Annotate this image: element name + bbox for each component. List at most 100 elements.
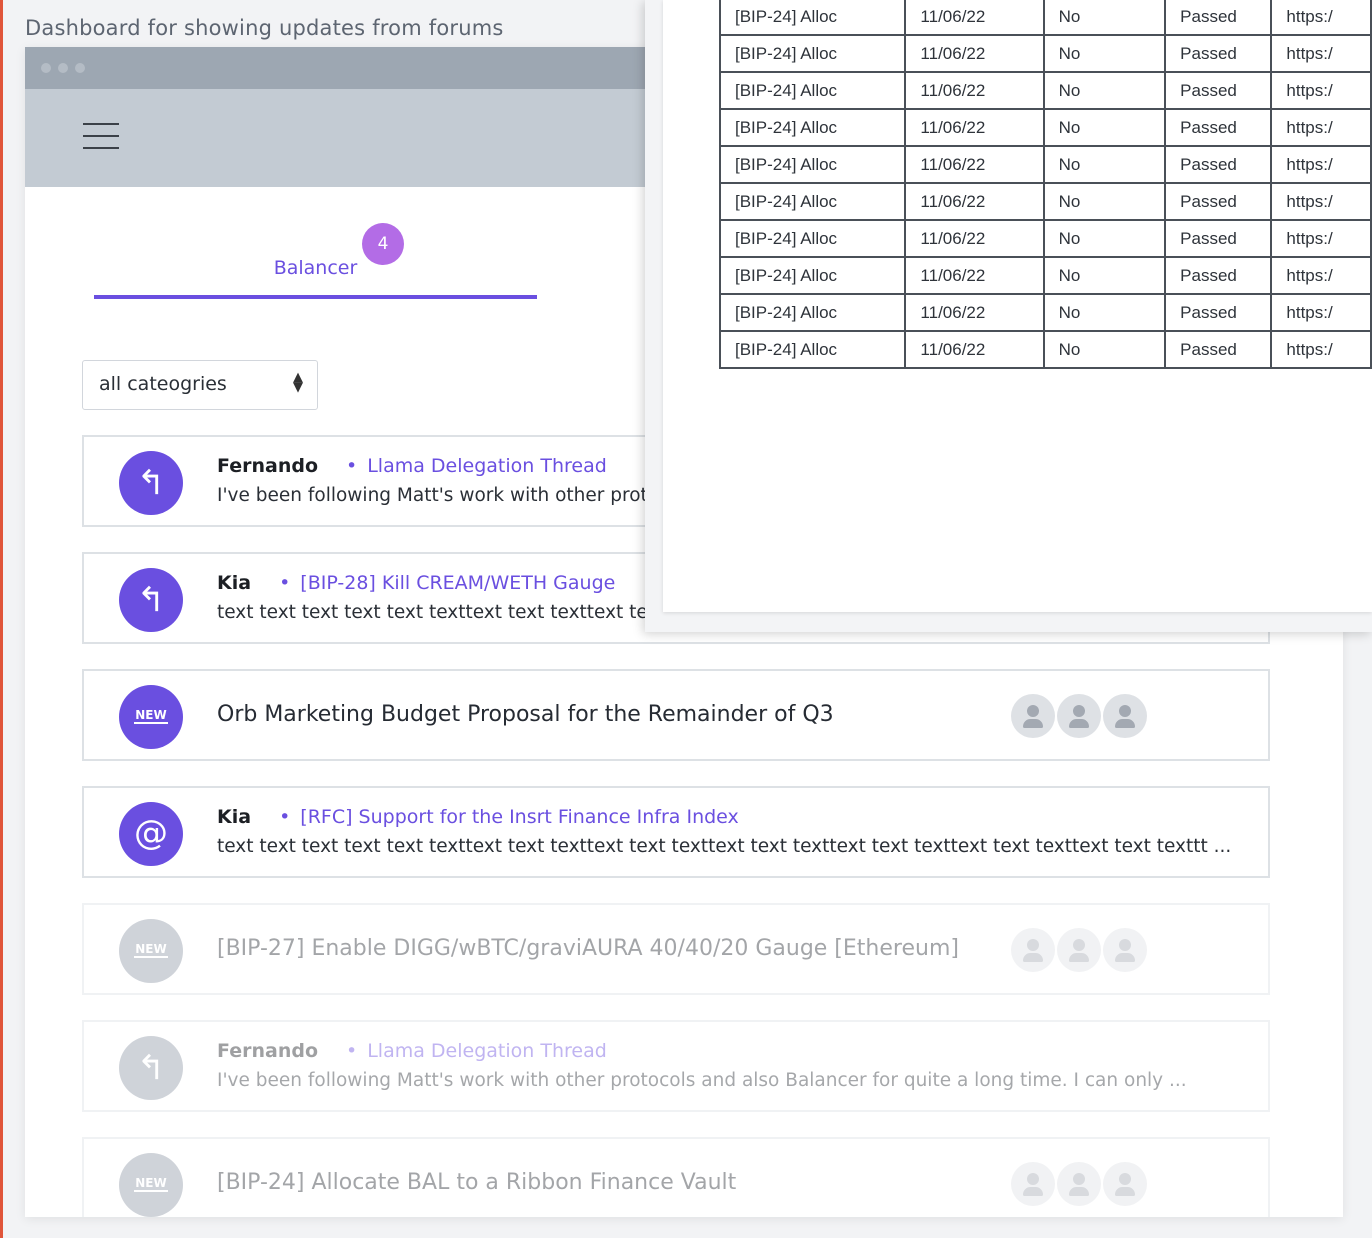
cell-date: 11/06/22 — [904, 34, 1045, 73]
table-row[interactable]: [BIP-24] Alloc 11/06/22 No Passed https:/ — [718, 108, 1372, 147]
cell-date: 11/06/22 — [904, 330, 1045, 369]
table-row[interactable]: [BIP-24] Alloc 11/06/22 No Passed https:/ — [718, 71, 1372, 110]
feed-item[interactable]: NEW [BIP-27] Enable DIGG/wBTC/graviAURA … — [82, 903, 1270, 995]
cell-date: 11/06/22 — [904, 293, 1045, 332]
cell-proposal: [BIP-24] Alloc — [718, 256, 907, 295]
cell-proposal: [BIP-24] Alloc — [718, 34, 907, 73]
cell-flag: No — [1042, 293, 1167, 332]
cell-status: Passed — [1164, 182, 1273, 221]
cell-flag: No — [1042, 182, 1167, 221]
table-panel: [BIP-24] Alloc 11/06/22 No Passed https:/[BI… — [663, 0, 1372, 612]
hamburger-menu-icon[interactable] — [83, 123, 119, 151]
cell-flag: No — [1042, 145, 1167, 184]
separator-dot: • — [346, 455, 358, 477]
cell-date: 11/06/22 — [904, 219, 1045, 258]
cell-link[interactable]: https:/ — [1270, 256, 1372, 295]
cell-link[interactable]: https:/ — [1270, 71, 1372, 110]
cell-link[interactable]: https:/ — [1270, 0, 1372, 36]
cell-proposal: [BIP-24] Alloc — [718, 293, 907, 332]
cell-flag: No — [1042, 34, 1167, 73]
window-edge-accent — [0, 0, 3, 1238]
post-excerpt: I've been following Matt's work with oth… — [217, 1070, 1187, 1091]
avatar[interactable] — [1103, 928, 1147, 972]
feed-item[interactable]: ↰ Fernando • Llama Delegation Thread I've … — [82, 1020, 1270, 1112]
thread-link[interactable]: Llama Delegation Thread — [367, 1040, 607, 1062]
cell-status: Passed — [1164, 219, 1273, 258]
table-row[interactable]: [BIP-24] Alloc 11/06/22 No Passed https:/ — [718, 293, 1372, 332]
cell-link[interactable]: https:/ — [1270, 34, 1372, 73]
table-row[interactable]: [BIP-24] Alloc 11/06/22 No Passed https:/ — [718, 0, 1372, 36]
window-close-dot[interactable] — [41, 63, 51, 73]
reply-icon: ↰ — [119, 568, 183, 632]
cell-date: 11/06/22 — [904, 256, 1045, 295]
separator-dot: • — [279, 572, 291, 594]
proposals-table: [BIP-24] Alloc 11/06/22 No Passed https:/[BI… — [718, 0, 1372, 369]
thread-link[interactable]: [BIP-28] Kill CREAM/WETH Gauge — [300, 572, 615, 594]
new-label: NEW — [134, 708, 168, 724]
avatar[interactable] — [1011, 1162, 1055, 1206]
active-tab-indicator — [94, 295, 537, 299]
cell-status: Passed — [1164, 145, 1273, 184]
avatar[interactable] — [1057, 928, 1101, 972]
avatar[interactable] — [1103, 694, 1147, 738]
avatar[interactable] — [1057, 694, 1101, 738]
window-minimize-dot[interactable] — [58, 63, 68, 73]
cell-link[interactable]: https:/ — [1270, 182, 1372, 221]
feed-item[interactable]: NEW Orb Marketing Budget Proposal for th… — [82, 669, 1270, 761]
topic-title: [BIP-27] Enable DIGG/wBTC/graviAURA 40/4… — [217, 936, 959, 961]
cell-flag: No — [1042, 256, 1167, 295]
cell-proposal: [BIP-24] Alloc — [718, 330, 907, 369]
cell-link[interactable]: https:/ — [1270, 145, 1372, 184]
feed-item[interactable]: NEW [BIP-24] Allocate BAL to a Ribbon Fi… — [82, 1137, 1270, 1217]
cell-flag: No — [1042, 108, 1167, 147]
table-row[interactable]: [BIP-24] Alloc 11/06/22 No Passed https:/ — [718, 34, 1372, 73]
reply-icon: ↰ — [119, 451, 183, 515]
avatar[interactable] — [1057, 1162, 1101, 1206]
post-excerpt: text text text text text texttext text t… — [217, 836, 1232, 857]
cell-status: Passed — [1164, 108, 1273, 147]
window-maximize-dot[interactable] — [75, 63, 85, 73]
table-row[interactable]: [BIP-24] Alloc 11/06/22 No Passed https:/ — [718, 256, 1372, 295]
topic-title: Orb Marketing Budget Proposal for the Re… — [217, 702, 834, 727]
author-name: Fernando — [217, 455, 318, 477]
cell-date: 11/06/22 — [904, 182, 1045, 221]
avatar[interactable] — [1011, 928, 1055, 972]
cell-proposal: [BIP-24] Alloc — [718, 182, 907, 221]
thread-link[interactable]: Llama Delegation Thread — [367, 455, 607, 477]
table-row[interactable]: [BIP-24] Alloc 11/06/22 No Passed https:/ — [718, 145, 1372, 184]
separator-dot: • — [346, 1040, 358, 1062]
cell-proposal: [BIP-24] Alloc — [718, 108, 907, 147]
cell-status: Passed — [1164, 330, 1273, 369]
cell-link[interactable]: https:/ — [1270, 219, 1372, 258]
cell-status: Passed — [1164, 256, 1273, 295]
author-name: Fernando — [217, 1040, 318, 1062]
cell-link[interactable]: https:/ — [1270, 330, 1372, 369]
tab-balancer[interactable]: Balancer 4 — [94, 223, 537, 299]
cell-proposal: [BIP-24] Alloc — [718, 219, 907, 258]
participant-avatars — [1011, 928, 1149, 976]
new-topic-icon: NEW — [119, 919, 183, 983]
table-row[interactable]: [BIP-24] Alloc 11/06/22 No Passed https:/ — [718, 219, 1372, 258]
avatar[interactable] — [1103, 1162, 1147, 1206]
avatar[interactable] — [1011, 694, 1055, 738]
new-topic-icon: NEW — [119, 685, 183, 749]
cell-flag: No — [1042, 0, 1167, 36]
cell-flag: No — [1042, 219, 1167, 258]
tab-label: Balancer — [273, 257, 358, 279]
cell-proposal: [BIP-24] Alloc — [718, 71, 907, 110]
cell-flag: No — [1042, 71, 1167, 110]
cell-link[interactable]: https:/ — [1270, 108, 1372, 147]
separator-dot: • — [279, 806, 291, 828]
thread-link[interactable]: [RFC] Support for the Insrt Finance Infr… — [300, 806, 739, 828]
unread-count-badge: 4 — [362, 223, 404, 265]
category-select[interactable]: all cateogries ▲ ▼ — [82, 360, 318, 410]
cell-link[interactable]: https:/ — [1270, 293, 1372, 332]
cell-status: Passed — [1164, 71, 1273, 110]
new-label: NEW — [134, 942, 168, 958]
cell-flag: No — [1042, 330, 1167, 369]
author-name: Kia — [217, 572, 252, 594]
table-row[interactable]: [BIP-24] Alloc 11/06/22 No Passed https:/ — [718, 330, 1372, 369]
feed-item[interactable]: @ Kia • [RFC] Support for the Insrt Financ… — [82, 786, 1270, 878]
table-row[interactable]: [BIP-24] Alloc 11/06/22 No Passed https:/ — [718, 182, 1372, 221]
page-caption: Dashboard for showing updates from forum… — [25, 16, 504, 40]
